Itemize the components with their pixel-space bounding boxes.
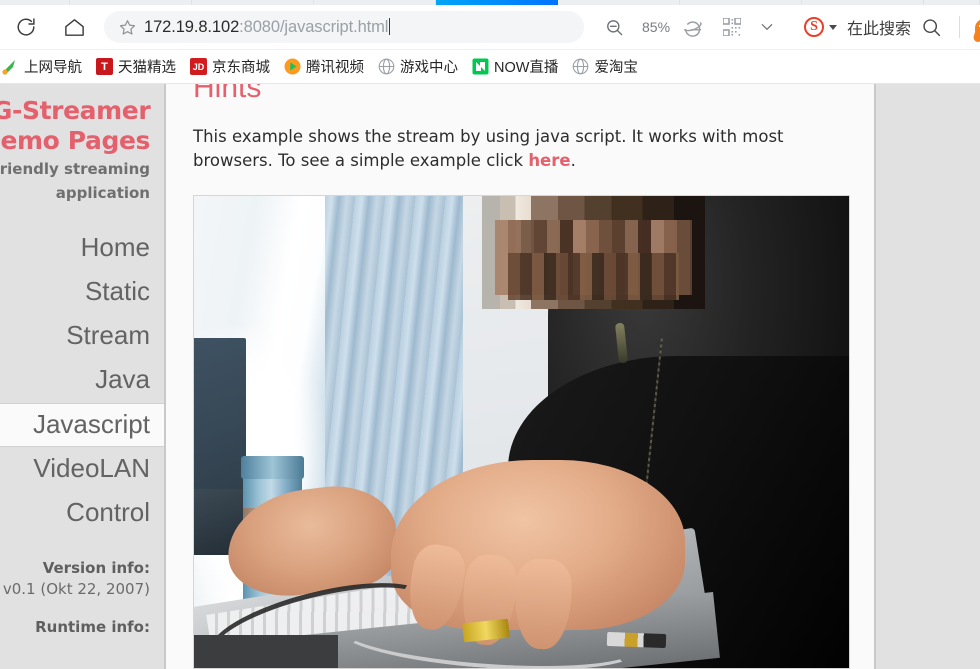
sidebar-item-javascript[interactable]: Javascript xyxy=(0,402,164,447)
here-link[interactable]: here xyxy=(528,151,570,170)
internet-explorer-icon[interactable] xyxy=(672,7,712,47)
stream-image xyxy=(194,196,849,668)
page-title: Hints xyxy=(193,84,262,104)
sidebar-info: Version info: v0.1 (Okt 22, 2007) Runtim… xyxy=(0,559,164,636)
globe-icon xyxy=(572,58,589,75)
brand-subtitle-line1: friendly streaming xyxy=(0,160,150,178)
bookmark-label: 京东商城 xyxy=(212,60,270,76)
site-sidebar: PG-Streamer Demo Pages friendly streamin… xyxy=(0,84,166,669)
globe-icon xyxy=(378,58,395,75)
stream-image-frame[interactable] xyxy=(193,195,850,669)
bookmark-label: 游戏中心 xyxy=(400,60,458,76)
bookmark-item-tencent-video[interactable]: 腾讯视频 xyxy=(284,56,364,77)
url-host: 172.19.8.102 xyxy=(144,17,240,36)
sidebar-item-control[interactable]: Control xyxy=(0,491,164,535)
star-icon[interactable] xyxy=(114,18,140,37)
toolbar-divider xyxy=(959,16,961,38)
sidebar-item-home[interactable]: Home xyxy=(0,226,164,270)
sidebar-item-static[interactable]: Static xyxy=(0,270,164,314)
bookmark-item-navigation[interactable]: 上网导航 xyxy=(2,56,82,77)
sidebar-nav: Home Static Stream Java Javascript Video… xyxy=(0,226,164,536)
address-bar-text[interactable]: 172.19.8.102:8080/javascript.html xyxy=(140,17,391,37)
address-bar[interactable]: 172.19.8.102:8080/javascript.html xyxy=(104,11,584,43)
version-info-value: v0.1 (Okt 22, 2007) xyxy=(2,580,150,599)
navigation-icon xyxy=(2,58,19,75)
runtime-info-label: Runtime info: xyxy=(35,618,150,637)
search-engine-dropdown-icon[interactable] xyxy=(829,24,838,30)
omnibox-search[interactable]: S 在此搜索 xyxy=(804,15,911,39)
bookmark-item-game-center[interactable]: 游戏中心 xyxy=(378,56,458,77)
site-branding: PG-Streamer Demo Pages friendly streamin… xyxy=(0,84,164,204)
search-icon[interactable] xyxy=(911,7,951,47)
brand-title-line2: Demo Pages xyxy=(0,125,150,155)
sidebar-item-java[interactable]: Java xyxy=(0,358,164,402)
gamepad-icon[interactable] xyxy=(968,7,980,47)
url-path: :8080/javascript.html xyxy=(239,17,389,36)
intro-paragraph: This example shows the stream by using j… xyxy=(193,125,853,174)
brand-subtitle-line2: application xyxy=(55,184,150,203)
tencent-video-icon xyxy=(284,58,301,75)
tmall-icon: T xyxy=(96,58,113,75)
sidebar-item-videolan[interactable]: VideoLAN xyxy=(0,447,164,491)
jd-icon: JD xyxy=(190,58,207,75)
search-input-placeholder[interactable]: 在此搜索 xyxy=(847,15,911,39)
now-live-icon xyxy=(472,58,489,75)
page-right-margin xyxy=(878,84,980,669)
bookmark-item-now-live[interactable]: NOW直播 xyxy=(472,56,558,77)
bookmark-label: NOW直播 xyxy=(494,60,559,76)
qr-code-icon[interactable] xyxy=(712,7,752,47)
version-info-label: Version info: xyxy=(42,559,150,578)
reload-icon[interactable] xyxy=(6,7,46,47)
bookmark-label: 腾讯视频 xyxy=(306,60,364,76)
browser-toolbar: 172.19.8.102:8080/javascript.html 85% S … xyxy=(0,5,980,50)
bookmarks-bar: 上网导航 T 天猫精选 JD 京东商城 腾讯视频 游戏中心 NOW直播 爱淘宝 xyxy=(0,50,980,84)
bookmark-item-itaobao[interactable]: 爱淘宝 xyxy=(572,56,638,77)
bookmark-label: 爱淘宝 xyxy=(594,60,638,76)
zoom-level-label: 85% xyxy=(642,19,671,35)
toolbar-right-group xyxy=(911,7,980,47)
zoom-out-icon[interactable] xyxy=(594,7,634,47)
page-content: Hints This example shows the stream by u… xyxy=(166,84,876,669)
brand-title-line1: PG-Streamer xyxy=(0,96,151,125)
text-caret xyxy=(389,17,391,35)
search-engine-logo-icon[interactable]: S xyxy=(804,17,825,37)
bookmark-item-jd[interactable]: JD 京东商城 xyxy=(190,56,270,77)
bookmark-item-tmall[interactable]: T 天猫精选 xyxy=(96,56,176,77)
chevron-down-icon[interactable] xyxy=(752,19,782,35)
bookmark-label: 上网导航 xyxy=(24,60,82,76)
page-viewport: PG-Streamer Demo Pages friendly streamin… xyxy=(0,84,980,669)
sidebar-item-stream[interactable]: Stream xyxy=(0,314,164,358)
intro-text-part1: This example shows the stream by using j… xyxy=(193,127,784,171)
bookmark-label: 天猫精选 xyxy=(118,60,176,76)
home-icon[interactable] xyxy=(54,7,94,47)
intro-text-part2: . xyxy=(570,151,576,171)
